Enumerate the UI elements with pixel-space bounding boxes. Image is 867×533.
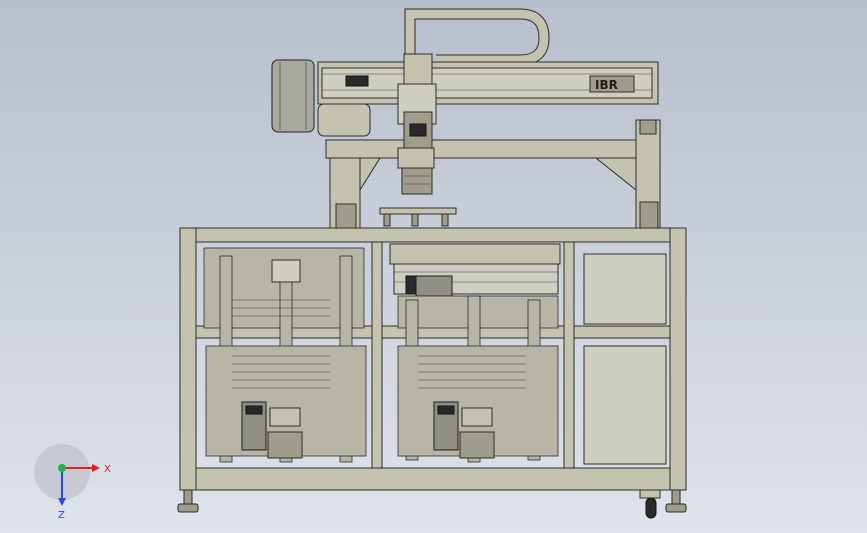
gantry-logo: IBR (595, 78, 618, 92)
cad-viewport[interactable]: IBR X Z (0, 0, 867, 533)
z-axis-head (397, 53, 437, 195)
left-lift-module (203, 247, 367, 463)
control-cabinet-panel (583, 253, 667, 325)
y-axis-dot (58, 464, 66, 472)
gantry-beam: IBR (317, 61, 659, 105)
conveyor-assembly (389, 243, 561, 297)
axis-triad: X Z (34, 444, 111, 521)
z-axis-label: Z (58, 510, 65, 521)
gripper-bar (379, 207, 457, 227)
x-axis-label: X (104, 464, 111, 475)
lower-cabinet-panel (583, 345, 667, 465)
machine-drawing: IBR X Z (34, 8, 687, 521)
caster-wheel (639, 489, 661, 519)
right-lift-module (397, 295, 559, 463)
gantry-support-frame (325, 119, 661, 231)
leveling-foot (177, 489, 687, 513)
cable-carrier (404, 8, 550, 66)
